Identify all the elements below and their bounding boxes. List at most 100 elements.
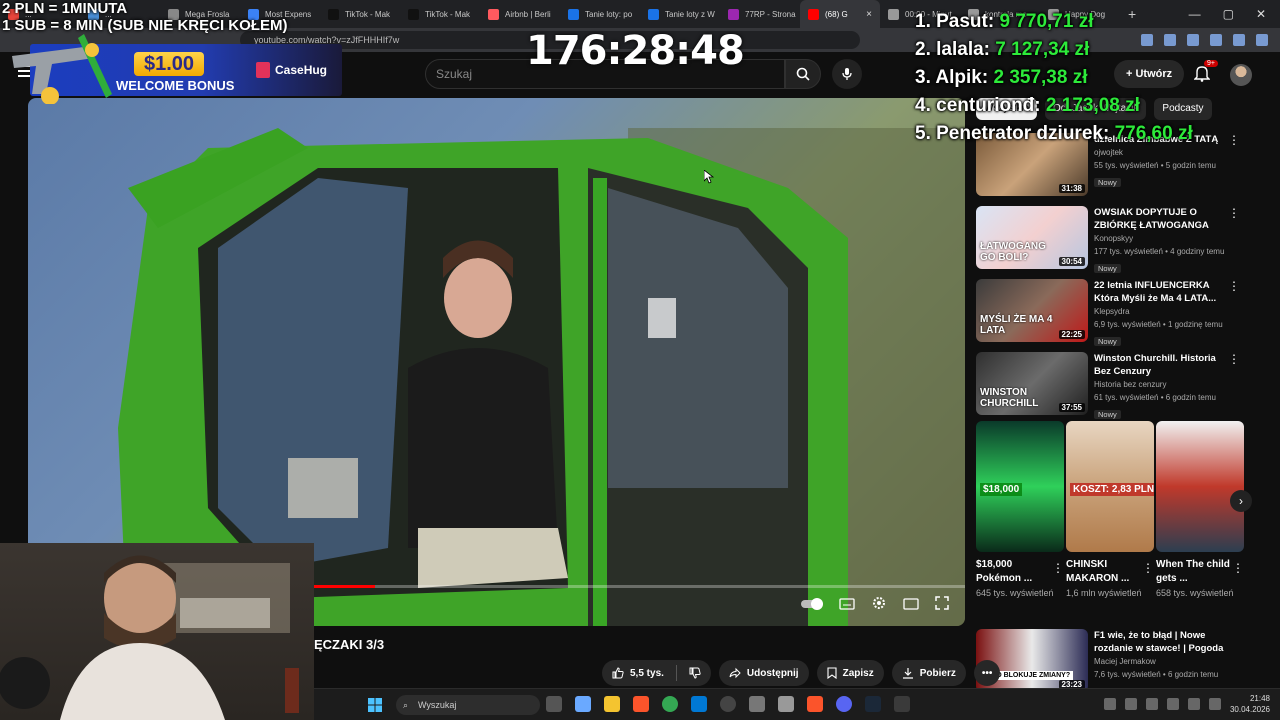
channel-name[interactable]: Historia bez cenzury	[1094, 378, 1230, 391]
short-item[interactable]: $18,000 $18,000 Pokémon ... 645 tys. wyświ…	[976, 421, 1064, 600]
more-options-icon[interactable]: ⋮	[1228, 280, 1240, 292]
browser-tab[interactable]: (68) G ×	[800, 0, 880, 28]
download-button[interactable]: Pobierz	[891, 660, 966, 686]
leaderboard-row: 4. centurionđ: 2 173,08 zł	[915, 92, 1193, 120]
browser-tab[interactable]: TikTok - Mak	[400, 0, 480, 28]
share-button[interactable]: Udostępnij	[718, 660, 809, 686]
recommendation-item[interactable]: WINSTON CHURCHILL 37:55 Winston Churchill.…	[976, 352, 1246, 419]
recommendation-item[interactable]: ŁATWOGANG GO BOLI? 30:54 OWSIAK DOPYTUJE O…	[976, 206, 1246, 273]
store-icon[interactable]	[691, 696, 707, 712]
discord-icon[interactable]	[836, 696, 852, 712]
taskbar-search-input[interactable]: ⌕ Wyszukaj	[396, 695, 540, 715]
thumbnail-text: $18,000	[980, 483, 1023, 496]
share-label: Udostępnij	[746, 667, 799, 679]
short-title[interactable]: $18,000 Pokémon ...	[976, 558, 1050, 586]
channel-name[interactable]: Klepsydra	[1094, 305, 1230, 318]
video-title[interactable]: F1 wie, że to błąd | Nowe rozdanie w sta…	[1094, 629, 1230, 655]
video-duration: 37:55	[1058, 403, 1085, 412]
player-controls	[801, 595, 949, 616]
file-explorer-icon[interactable]	[604, 696, 620, 712]
extension-icon[interactable]	[1233, 34, 1245, 46]
volume-icon[interactable]	[1209, 698, 1221, 710]
video-title-heading: ĘCZAKI 3/3	[314, 637, 385, 652]
recommendation-item[interactable]: KTO BLOKUJE ZMIANY? 23:23 F1 wie, że to …	[976, 629, 1246, 695]
short-title[interactable]: When The child gets ...	[1156, 558, 1230, 586]
maximize-icon[interactable]: ▢	[1223, 7, 1234, 21]
task-view-icon[interactable]	[546, 696, 562, 712]
search-button[interactable]	[785, 59, 821, 89]
browser-tab[interactable]: Tanie loty z W	[640, 0, 720, 28]
clock-time: 21:48	[1249, 694, 1270, 703]
close-tab-icon[interactable]: ×	[866, 9, 872, 20]
more-options-icon[interactable]: ⋮	[1228, 134, 1240, 146]
more-options-icon[interactable]: ⋮	[1142, 561, 1154, 575]
theater-mode-icon[interactable]	[903, 597, 919, 615]
autoplay-toggle[interactable]	[801, 597, 823, 615]
recommendation-item[interactable]: MYŚLI ŻE MA 4 LATA 22:25 22 letnia INFLUEN…	[976, 279, 1246, 346]
browser-tab[interactable]: TikTok - Mak	[320, 0, 400, 28]
casehug-icon	[256, 62, 270, 78]
save-button[interactable]: Zapisz	[816, 660, 884, 686]
notifications-button[interactable]: 9+	[1193, 60, 1218, 87]
more-actions-button[interactable]: •••	[973, 660, 1001, 686]
browser-tab[interactable]: Airbnb | Berli	[480, 0, 560, 28]
obs-icon[interactable]	[720, 696, 736, 712]
brave-icon[interactable]	[633, 696, 649, 712]
short-item[interactable]: When The child gets ... 658 tys. wyświetl…	[1156, 421, 1244, 600]
tab-label: TikTok - Mak	[425, 9, 471, 19]
donation-rule-line: 1 SUB = 8 MIN (SUB NIE KRĘCI KOŁEM)	[2, 17, 288, 34]
donation-amount: 7 127,34 zł	[995, 39, 1090, 60]
short-item[interactable]: KOSZT: 2,83 PLN CHINSKI MAKARON ... 1,6 ml…	[1066, 421, 1154, 600]
calculator-icon[interactable]	[778, 696, 794, 712]
settings-gear-icon[interactable]	[871, 595, 887, 616]
channel-name[interactable]: Maciej Jermakow	[1094, 655, 1230, 668]
tab-label: 77RP - Strona	[745, 9, 796, 19]
close-window-icon[interactable]: ✕	[1256, 7, 1266, 21]
more-options-icon[interactable]: ⋮	[1232, 561, 1244, 575]
chrome-icon[interactable]	[662, 696, 678, 712]
window-controls: — ▢ ✕	[1189, 7, 1280, 21]
shorts-shelf: $18,000 $18,000 Pokémon ... 645 tys. wyświ…	[976, 421, 1246, 619]
video-title[interactable]: OWSIAK DOPYTUJE O ZBIÓRKĘ ŁATWOGANGA (GA…	[1094, 206, 1230, 232]
browser-tab[interactable]: 77RP - Strona	[720, 0, 800, 28]
video-stats: 61 tys. wyświetleń • 6 godzin temu	[1094, 393, 1216, 402]
more-options-icon[interactable]: ⋮	[1052, 561, 1064, 575]
app-icon[interactable]	[894, 696, 910, 712]
steam-icon[interactable]	[865, 696, 881, 712]
brave-icon[interactable]	[807, 696, 823, 712]
avatar[interactable]	[1230, 64, 1252, 86]
shorts-next-button[interactable]: ›	[1230, 490, 1252, 512]
copilot-icon[interactable]	[575, 696, 591, 712]
video-title[interactable]: 22 letnia INFLUENCERKA Która Myśli że Ma…	[1094, 279, 1230, 305]
thumbs-down-icon[interactable]	[689, 667, 701, 679]
thumbnail-text: MYŚLI ŻE MA 4 LATA	[980, 314, 1053, 336]
wifi-icon[interactable]	[1188, 698, 1200, 710]
like-button[interactable]: 5,5 tys.	[602, 660, 711, 686]
taskbar-search-placeholder: Wyszukaj	[418, 700, 457, 710]
short-title[interactable]: CHINSKI MAKARON ...	[1066, 558, 1140, 586]
webcam-image	[0, 555, 299, 720]
donor-name: 5. Penetrator dziurek:	[915, 123, 1110, 144]
settings-icon[interactable]	[749, 696, 765, 712]
system-clock[interactable]: 21:48 30.04.2026	[1230, 693, 1270, 715]
chevron-up-icon[interactable]	[1104, 698, 1116, 710]
extension-icon[interactable]	[1256, 34, 1268, 46]
video-title[interactable]: Winston Churchill. Historia Bez Cenzury	[1094, 352, 1230, 378]
extension-icon[interactable]	[1210, 34, 1222, 46]
video-duration: 22:25	[1058, 330, 1085, 339]
windows-start-icon[interactable]	[368, 698, 382, 712]
video-meta: Winston Churchill. Historia Bez Cenzury H…	[1094, 352, 1230, 422]
more-options-icon[interactable]: ⋮	[1228, 353, 1240, 365]
channel-name[interactable]: Konopskyy	[1094, 232, 1230, 245]
casehug-bonus-banner: $1.00 WELCOME BONUS CaseHug	[12, 34, 342, 104]
subtitles-icon[interactable]	[839, 597, 855, 615]
fullscreen-icon[interactable]	[935, 596, 949, 615]
streamer-webcam	[0, 543, 314, 720]
tab-label: Airbnb | Berli	[505, 9, 551, 19]
microphone-icon[interactable]	[1167, 698, 1179, 710]
tray-app-icon[interactable]	[1125, 698, 1137, 710]
more-options-icon[interactable]: ⋮	[1228, 207, 1240, 219]
voice-search-button[interactable]	[832, 59, 862, 89]
browser-tab[interactable]: Tanie loty: po	[560, 0, 640, 28]
tray-app-icon[interactable]	[1146, 698, 1158, 710]
